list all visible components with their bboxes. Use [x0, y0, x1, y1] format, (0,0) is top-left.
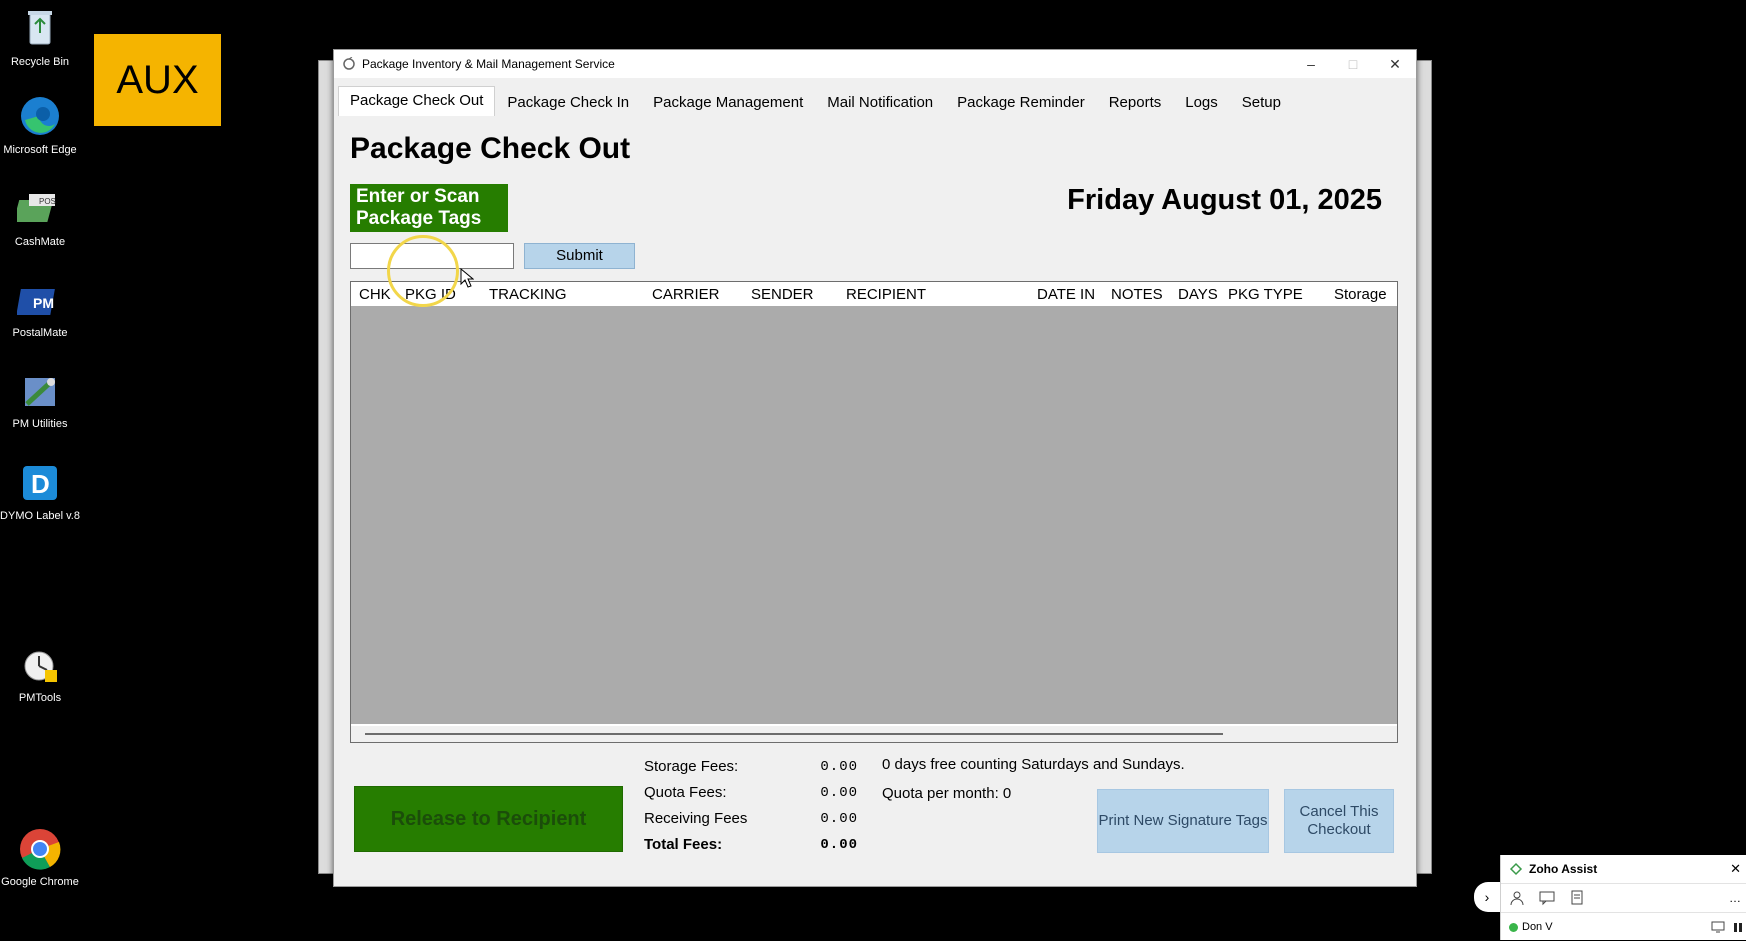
- minimize-button[interactable]: –: [1290, 50, 1332, 78]
- desktop-icon-label: PostalMate: [12, 327, 68, 339]
- scrollbar-thumb[interactable]: [365, 733, 1223, 735]
- desktop-icon-label: PMTools: [18, 692, 62, 704]
- zoho-user-name: Don V: [1522, 921, 1553, 933]
- cancel-checkout-button[interactable]: Cancel This Checkout: [1284, 789, 1394, 853]
- tab-setup[interactable]: Setup: [1230, 86, 1293, 117]
- tab-package-check-in[interactable]: Package Check In: [495, 86, 641, 117]
- column-header-date-in[interactable]: DATE IN: [1037, 286, 1095, 303]
- tab-package-management[interactable]: Package Management: [641, 86, 815, 117]
- grid-header: CHK PKG ID TRACKING CARRIER SENDER RECIP…: [351, 282, 1397, 306]
- current-date: Friday August 01, 2025: [1067, 184, 1382, 216]
- receiving-fees-label: Receiving Fees: [644, 810, 748, 827]
- zoho-status-row: Don V: [1501, 913, 1746, 941]
- zoho-title: Zoho Assist: [1529, 862, 1598, 876]
- desktop-icon-pmtools[interactable]: PMTools: [0, 642, 80, 705]
- print-signature-tags-button[interactable]: Print New Signature Tags: [1097, 789, 1269, 853]
- tab-reports[interactable]: Reports: [1097, 86, 1174, 117]
- submit-button[interactable]: Submit: [524, 243, 635, 269]
- desktop-icon-pm-utilities[interactable]: PM Utilities: [0, 368, 80, 431]
- desktop-icon-label: PM Utilities: [12, 418, 68, 430]
- storage-fees-value: 0.00: [820, 759, 858, 775]
- app-window: Package Inventory & Mail Management Serv…: [333, 49, 1417, 887]
- pause-icon[interactable]: [1733, 921, 1743, 933]
- column-header-storage[interactable]: Storage: [1334, 286, 1387, 303]
- tab-package-check-out[interactable]: Package Check Out: [338, 86, 496, 117]
- tab-package-reminder[interactable]: Package Reminder: [945, 86, 1097, 117]
- desktop-icon-dymo[interactable]: D DYMO Label v.8: [0, 460, 80, 523]
- storage-fees-label: Storage Fees:: [644, 758, 739, 775]
- desktop-icon-chrome[interactable]: Google Chrome: [0, 826, 80, 889]
- zoho-logo-icon: [1509, 862, 1523, 876]
- column-header-recipient[interactable]: RECIPIENT: [846, 286, 926, 303]
- column-header-sender[interactable]: SENDER: [751, 286, 814, 303]
- grid-body-empty[interactable]: [351, 306, 1397, 724]
- desktop-icon-label: Microsoft Edge: [3, 144, 77, 156]
- pm-utilities-icon: [17, 368, 63, 414]
- quota-fees-label: Quota Fees:: [644, 784, 727, 801]
- desktop-icon-label: Recycle Bin: [10, 56, 70, 68]
- desktop-icon-recycle-bin[interactable]: Recycle Bin: [0, 6, 80, 69]
- zoho-close-button[interactable]: ✕: [1730, 861, 1741, 877]
- receiving-fees-value: 0.00: [820, 811, 858, 827]
- tab-logs[interactable]: Logs: [1173, 86, 1230, 117]
- app-icon: [343, 57, 355, 70]
- mouse-cursor-icon: [460, 268, 474, 288]
- tab-mail-notification[interactable]: Mail Notification: [815, 86, 945, 117]
- pmtools-icon: [17, 642, 63, 688]
- online-status-icon: [1509, 922, 1518, 932]
- zoho-expand-button[interactable]: ›: [1474, 882, 1500, 912]
- desktop-icon-label: Google Chrome: [1, 876, 79, 888]
- dymo-icon: D: [17, 460, 63, 506]
- column-header-days[interactable]: DAYS: [1178, 286, 1218, 303]
- maximize-button[interactable]: □: [1332, 50, 1374, 78]
- files-icon[interactable]: [1569, 890, 1585, 906]
- chat-icon[interactable]: [1539, 890, 1555, 906]
- cashmate-icon: POS: [13, 186, 63, 232]
- package-grid[interactable]: CHK PKG ID TRACKING CARRIER SENDER RECIP…: [350, 281, 1398, 743]
- total-fees-label: Total Fees:: [644, 836, 723, 853]
- scan-label: Enter or Scan Package Tags: [350, 184, 508, 232]
- aux-tile[interactable]: AUX: [94, 34, 221, 126]
- release-to-recipient-button[interactable]: Release to Recipient: [354, 786, 623, 852]
- total-fees-value: 0.00: [820, 837, 858, 853]
- free-days-note: 0 days free counting Saturdays and Sunda…: [882, 756, 1185, 773]
- svg-text:PM: PM: [33, 295, 54, 311]
- title-bar[interactable]: Package Inventory & Mail Management Serv…: [334, 50, 1416, 78]
- desktop-icon-postalmate[interactable]: PM PostalMate: [0, 277, 80, 340]
- chrome-icon: [17, 826, 63, 872]
- postalmate-icon: PM: [16, 277, 63, 323]
- quota-fees-value: 0.00: [820, 785, 858, 801]
- zoho-header: Zoho Assist ✕: [1501, 855, 1746, 884]
- column-header-carrier[interactable]: CARRIER: [652, 286, 720, 303]
- svg-text:POS: POS: [39, 197, 56, 206]
- desktop-icon-label: CashMate: [14, 236, 66, 248]
- column-header-chk[interactable]: CHK: [359, 286, 391, 303]
- page-title: Package Check Out: [350, 132, 631, 165]
- zoho-more-button[interactable]: …: [1729, 891, 1741, 905]
- desktop-icon-cashmate[interactable]: POS CashMate: [0, 186, 80, 249]
- svg-text:D: D: [31, 469, 50, 499]
- column-header-notes[interactable]: NOTES: [1111, 286, 1163, 303]
- column-header-tracking[interactable]: TRACKING: [489, 286, 567, 303]
- edge-icon: [17, 94, 63, 140]
- close-button[interactable]: ✕: [1374, 50, 1416, 78]
- tab-strip: Package Check Out Package Check In Packa…: [338, 86, 1293, 117]
- desktop-icon-edge[interactable]: Microsoft Edge: [0, 94, 80, 157]
- window-title: Package Inventory & Mail Management Serv…: [362, 57, 615, 71]
- zoho-assist-panel: Zoho Assist ✕ … Don V: [1500, 855, 1746, 940]
- horizontal-scrollbar[interactable]: [351, 726, 1397, 742]
- zoho-toolbar: …: [1501, 884, 1746, 913]
- desktop-icon-label: DYMO Label v.8: [0, 510, 80, 522]
- screen-icon[interactable]: [1711, 921, 1725, 933]
- user-icon[interactable]: [1509, 890, 1525, 906]
- quota-note: Quota per month: 0: [882, 785, 1012, 802]
- column-header-pkg-type[interactable]: PKG TYPE: [1228, 286, 1303, 303]
- checkout-panel: Package Check Out Enter or Scan Package …: [338, 116, 1410, 880]
- recycle-bin-icon: [17, 6, 63, 52]
- cursor-highlight: [387, 235, 459, 307]
